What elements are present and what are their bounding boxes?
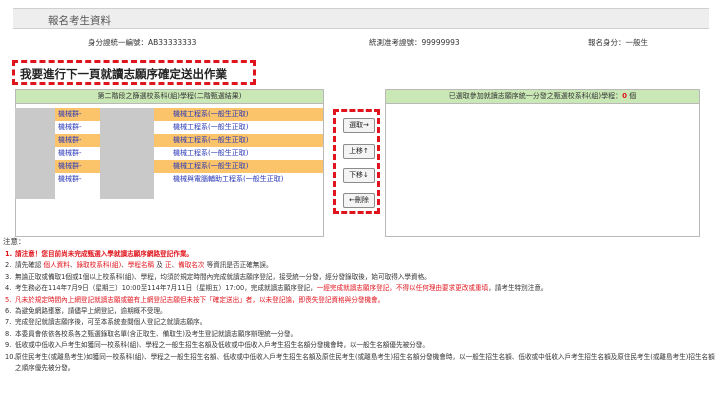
exam-number-value: 99999993 <box>421 38 460 47</box>
note-item: 2. 請先確認 個人資料、錄取校系科(組)、學程名稱 及 正、備取名次 等資訊是否… <box>5 261 273 270</box>
note-item: 9. 低收或中低收入戶考生如獲同一校系科(組)、學程之一般生招生名額及低收或中低收… <box>5 341 429 350</box>
next-step-banner: 我要進行下一頁就讀志願序確定送出作業 <box>12 60 256 85</box>
note-item: 3. 無論正取或備取1個或1個以上校系科(組)、學程，均須於規定時間內完成就讀志願… <box>5 272 431 281</box>
item-department-label: 機械工程系(一般生正取) <box>173 149 249 157</box>
selected-header-suffix: 個 <box>627 92 637 100</box>
item-department-label: 機械工程系(一般生正取) <box>173 162 249 170</box>
note-item: 1. 請注意！您目前尚未完成甄選入學就讀志願序網路登記作業。 <box>5 250 194 258</box>
id-number-value: AB33333333 <box>148 38 197 47</box>
identity-label: 報名身分： <box>588 38 626 47</box>
item-group-label: 機械群- <box>58 175 82 183</box>
profile-title: 報名考生資料 <box>48 15 111 27</box>
list-item[interactable]: 機械群- 機械工程系(一般生正取) <box>16 147 323 160</box>
note-item: 4. 考生務必在114年7月9日（星期三）10:00至114年7月11日（星期五）… <box>5 284 548 293</box>
redacted-block <box>100 108 154 199</box>
list-item[interactable]: 機械群- 機械工程系(一般生正取) <box>16 121 323 134</box>
selected-preferences-header: 已選取參加就讀志願序統一分發之甄選校系科(組)學程：0 個 <box>386 90 699 104</box>
list-item[interactable]: 機械群- 機械工程系(一般生正取) <box>16 134 323 147</box>
list-item[interactable]: 機械群- 機械工程系(一般生正取) <box>16 108 323 121</box>
item-department-label: 機械工程系(一般生正取) <box>173 110 249 118</box>
item-group-label: 機械群- <box>58 162 82 170</box>
note-item: 6. 為避免網路壅塞，請儘早上網登記，逾期概不受理。 <box>5 307 167 316</box>
move-down-button[interactable]: 下移↓ <box>343 168 375 183</box>
move-up-button[interactable]: 上移↑ <box>343 144 375 159</box>
note-item: 5. 凡未於規定時間內上網登記就讀志願或雖有上網登記志願但未按下「確定送出」者，以… <box>5 295 385 304</box>
id-number-label: 身分證統一編號： <box>88 38 148 47</box>
profile-section-header: 報名考生資料 <box>13 8 709 29</box>
note-item: 7. 完成登記就讀志願序後，可至本系統查閱個人登記之就讀志願序。 <box>5 318 207 327</box>
list-item[interactable]: 機械群- 機械工程系(一般生正取) <box>16 160 323 173</box>
identity-value: 一般生 <box>625 38 649 47</box>
selected-header-text: 已選取參加就讀志願序統一分發之甄選校系科(組)學程： <box>448 92 623 100</box>
id-number-field: 身分證統一編號：AB33333333 <box>88 37 196 48</box>
item-department-label: 機械與電腦輔助工程系(一般生正取) <box>173 175 284 183</box>
item-group-label: 機械群- <box>58 123 82 131</box>
note-item: 8. 本委員會依依各校系各之甄選錄取名單(含正取生、備取生)及考生登記就讀志願序辦… <box>5 329 298 338</box>
delete-button[interactable]: ←刪除 <box>343 193 375 208</box>
exam-number-label: 統測准考證號： <box>369 38 422 47</box>
note-item: 10. 原住民考生(或離島考生)如獲同一校系科(組)、學程之一般生招生名額、低收或… <box>5 352 715 373</box>
notes-title: 注意： <box>3 237 26 246</box>
redacted-block <box>15 108 55 199</box>
list-item[interactable]: 機械群- 機械與電腦輔助工程系(一般生正取) <box>16 173 323 186</box>
item-group-label: 機械群- <box>58 110 82 118</box>
list-action-buttons: 選取→ 上移↑ 下移↓ ←刪除 <box>333 109 380 214</box>
selected-preferences-list[interactable]: 已選取參加就讀志願序統一分發之甄選校系科(組)學程：0 個 <box>385 89 700 237</box>
item-department-label: 機械工程系(一般生正取) <box>173 123 249 131</box>
screening-results-header: 第二階段之篩選校系科(組)學程(二階甄選結果) <box>16 90 323 104</box>
next-step-text: 我要進行下一頁就讀志願序確定送出作業 <box>20 67 227 81</box>
select-button[interactable]: 選取→ <box>343 118 375 133</box>
screening-results-list[interactable]: 第二階段之篩選校系科(組)學程(二階甄選結果) 機械群- 機械工程系(一般生正取)… <box>15 89 324 237</box>
item-group-label: 機械群- <box>58 149 82 157</box>
exam-number-field: 統測准考證號：99999993 <box>369 37 460 48</box>
identity-field: 報名身分：一般生 <box>588 37 648 48</box>
item-group-label: 機械群- <box>58 136 82 144</box>
item-department-label: 機械工程系(一般生正取) <box>173 136 249 144</box>
notes-section: 注意： 1. 請注意！您目前尚未完成甄選入學就讀志願序網路登記作業。 2. 請先確認… <box>3 236 715 374</box>
